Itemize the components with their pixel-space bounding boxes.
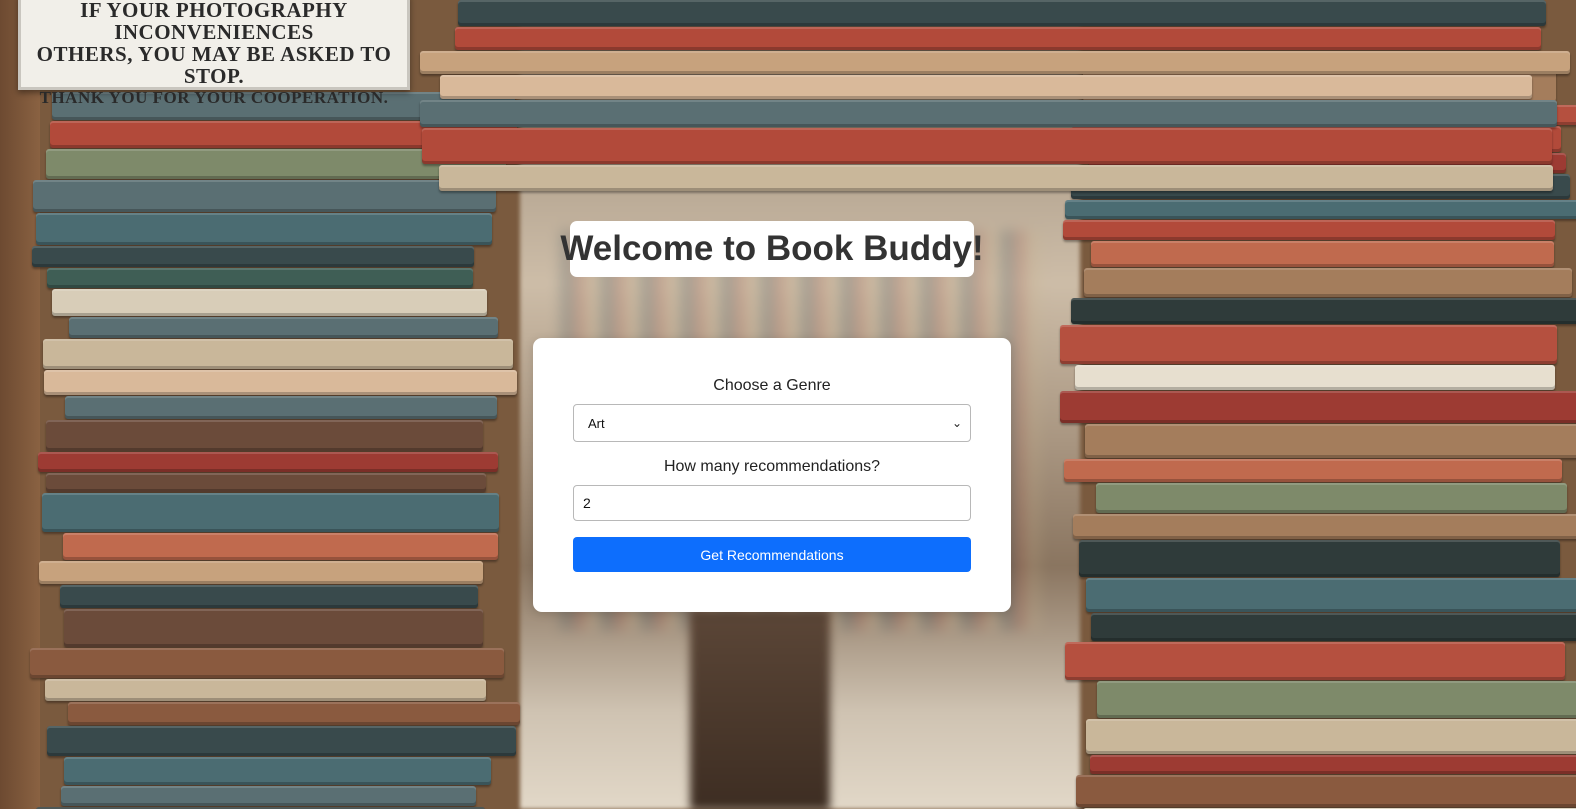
book-spine xyxy=(36,213,492,245)
book-spine xyxy=(455,27,1541,50)
book-spine xyxy=(46,420,483,451)
book-spine xyxy=(1091,241,1554,267)
book-spine xyxy=(1064,459,1562,482)
title-banner: Welcome to Book Buddy! xyxy=(560,221,984,277)
book-spine xyxy=(1060,391,1576,423)
book-spine xyxy=(1065,642,1565,680)
book-spine xyxy=(1097,681,1576,718)
book-spine xyxy=(1090,755,1576,774)
book-spine xyxy=(439,165,1553,191)
chevron-down-icon: ⌄ xyxy=(951,416,962,430)
book-spine xyxy=(60,585,478,608)
book-spine xyxy=(1096,483,1567,513)
book-spine xyxy=(1065,200,1576,219)
book-spine xyxy=(44,370,517,395)
book-spine xyxy=(1071,298,1576,324)
book-spine xyxy=(440,75,1532,99)
book-spine xyxy=(65,396,497,419)
book-spine xyxy=(1086,719,1576,754)
book-spine xyxy=(32,246,474,267)
book-spine xyxy=(1084,268,1572,297)
recommendation-form: Choose a Genre Art ⌄ How many recommenda… xyxy=(533,338,1011,612)
book-spine xyxy=(68,702,520,725)
book-spine xyxy=(33,180,496,212)
book-spine xyxy=(39,561,483,584)
genre-select[interactable]: Art ⌄ xyxy=(573,404,971,442)
book-spine xyxy=(63,533,498,560)
book-spine xyxy=(30,648,504,678)
book-spine xyxy=(45,679,486,701)
book-spine xyxy=(43,339,513,369)
page-title: Welcome to Book Buddy! xyxy=(560,229,984,268)
book-spine xyxy=(458,0,1546,26)
book-spine xyxy=(1079,540,1560,577)
book-spine xyxy=(1086,578,1576,612)
book-spine xyxy=(64,757,491,785)
book-spine xyxy=(47,726,516,756)
book-spine xyxy=(1085,424,1576,458)
book-spine xyxy=(420,100,1557,127)
photography-sign: IF YOUR PHOTOGRAPHY INCONVENIENCES OTHER… xyxy=(18,0,410,107)
count-label: How many recommendations? xyxy=(663,458,881,475)
sign-line-1: IF YOUR PHOTOGRAPHY INCONVENIENCES xyxy=(80,0,348,44)
genre-selected-value: Art xyxy=(588,415,605,431)
book-spine xyxy=(1073,514,1576,539)
book-spine xyxy=(1076,775,1576,807)
count-input[interactable] xyxy=(573,485,971,521)
genre-label: Choose a Genre xyxy=(713,377,831,394)
book-spine xyxy=(61,786,476,806)
book-spine xyxy=(1075,365,1555,390)
shelf-edge xyxy=(0,0,40,809)
book-spine xyxy=(42,493,499,532)
book-spine xyxy=(69,317,498,338)
book-spine xyxy=(1060,325,1557,364)
book-spine xyxy=(422,128,1552,164)
book-spine xyxy=(420,51,1570,74)
book-spine xyxy=(1063,220,1555,240)
book-spine xyxy=(64,609,483,647)
book-spine xyxy=(1091,613,1576,641)
book-spine xyxy=(46,473,486,492)
book-spine xyxy=(52,289,487,316)
book-spine xyxy=(38,452,498,472)
sign-line-3: THANK YOU FOR YOUR COOPERATION. xyxy=(39,88,389,107)
book-spine xyxy=(47,268,473,288)
get-recommendations-button[interactable]: Get Recommendations xyxy=(573,537,971,572)
sign-line-2: OTHERS, YOU MAY BE ASKED TO STOP. xyxy=(36,42,392,88)
